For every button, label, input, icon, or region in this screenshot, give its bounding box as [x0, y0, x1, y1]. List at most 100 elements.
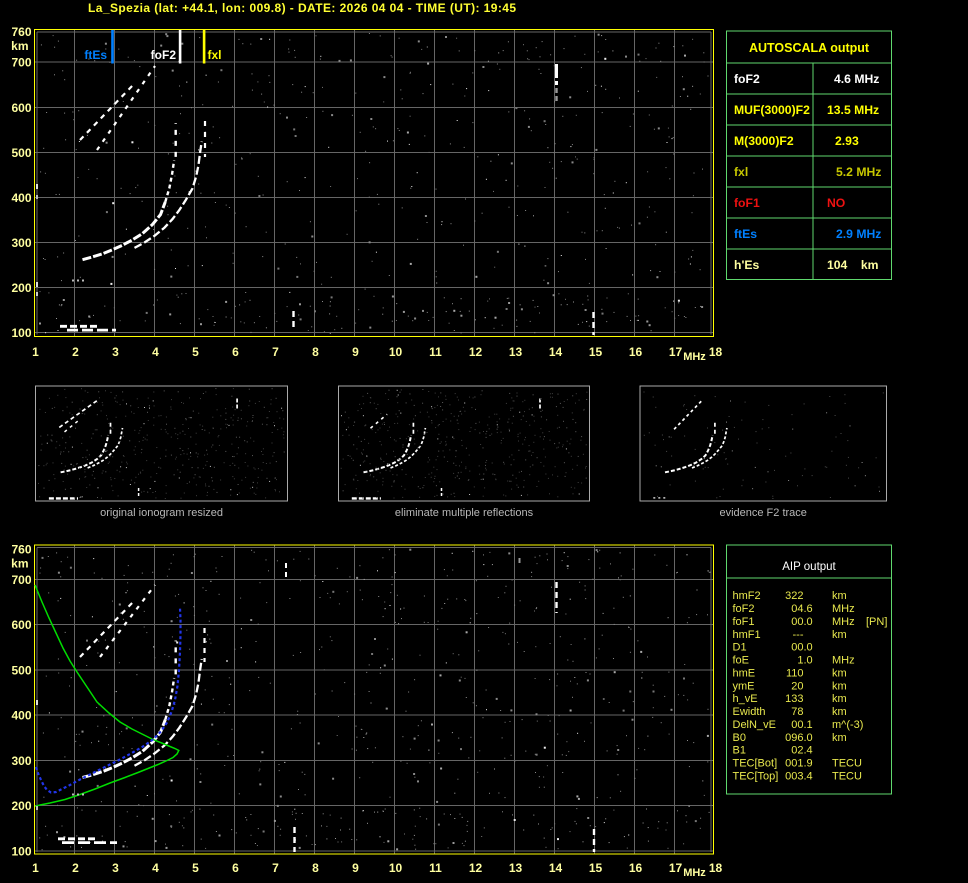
- svg-text:11: 11: [429, 345, 442, 359]
- svg-text:14: 14: [549, 345, 563, 359]
- svg-text:10: 10: [389, 345, 403, 359]
- svg-text:.0: .0: [804, 655, 813, 667]
- svg-text:5.2 MHz: 5.2 MHz: [836, 165, 881, 179]
- svg-text:17: 17: [669, 345, 683, 359]
- svg-text:500: 500: [11, 146, 31, 160]
- svg-text:hmE: hmE: [733, 667, 756, 679]
- svg-text:B1: B1: [733, 745, 746, 757]
- svg-text:B0: B0: [733, 732, 746, 744]
- svg-text:6: 6: [232, 861, 239, 875]
- svg-text:15: 15: [589, 345, 603, 359]
- svg-text:20: 20: [791, 680, 803, 692]
- svg-text:Ewidth: Ewidth: [733, 706, 766, 718]
- svg-text:.6: .6: [804, 603, 813, 615]
- svg-text:km: km: [832, 732, 847, 744]
- svg-text:.0: .0: [804, 616, 813, 628]
- svg-text:18: 18: [709, 861, 723, 875]
- svg-text:400: 400: [11, 709, 31, 723]
- svg-text:9: 9: [352, 861, 359, 875]
- svg-text:10: 10: [389, 861, 403, 875]
- svg-text:foF1: foF1: [733, 616, 755, 628]
- svg-text:MHz: MHz: [832, 603, 855, 615]
- svg-text:096: 096: [785, 732, 803, 744]
- svg-text:fxl: fxl: [208, 48, 222, 62]
- svg-text:km: km: [832, 667, 847, 679]
- svg-text:.4: .4: [804, 770, 813, 782]
- svg-text:foF2: foF2: [151, 48, 177, 62]
- svg-text:MHz: MHz: [832, 616, 855, 628]
- svg-text:3: 3: [112, 345, 119, 359]
- svg-text:200: 200: [11, 799, 31, 813]
- svg-text:322: 322: [785, 590, 803, 602]
- svg-text:km: km: [832, 590, 847, 602]
- svg-text:5: 5: [192, 861, 199, 875]
- svg-text:11: 11: [429, 861, 442, 875]
- svg-text:fxl: fxl: [734, 165, 748, 179]
- svg-text:foF2: foF2: [734, 72, 760, 86]
- svg-text:TECU: TECU: [832, 758, 862, 770]
- svg-text:---: ---: [793, 629, 804, 641]
- svg-text:760: 760: [11, 543, 31, 557]
- svg-text:2.9 MHz: 2.9 MHz: [836, 227, 881, 241]
- svg-text:h_vE: h_vE: [733, 693, 758, 705]
- svg-text:[PN]: [PN]: [866, 616, 887, 628]
- svg-text:7: 7: [272, 345, 279, 359]
- svg-text:760: 760: [11, 25, 31, 39]
- svg-text:1: 1: [32, 345, 39, 359]
- svg-text:2.93: 2.93: [835, 134, 859, 148]
- svg-text:2: 2: [72, 861, 79, 875]
- svg-text:AIP output: AIP output: [782, 561, 836, 573]
- svg-text:12: 12: [469, 861, 483, 875]
- svg-text:D1: D1: [733, 642, 747, 654]
- svg-text:100: 100: [11, 326, 31, 340]
- svg-text:16: 16: [629, 345, 643, 359]
- svg-text:m^(-3): m^(-3): [832, 719, 863, 731]
- svg-text:MHz: MHz: [683, 867, 706, 879]
- svg-text:NO: NO: [827, 196, 845, 210]
- svg-text:78: 78: [791, 706, 803, 718]
- svg-text:600: 600: [11, 618, 31, 632]
- svg-text:700: 700: [11, 56, 31, 70]
- svg-text:h'Es: h'Es: [734, 258, 759, 272]
- svg-text:MHz: MHz: [832, 655, 855, 667]
- svg-text:4: 4: [152, 861, 159, 875]
- svg-text:ftEs: ftEs: [84, 48, 107, 62]
- svg-text:4: 4: [152, 345, 159, 359]
- svg-text:001: 001: [785, 758, 803, 770]
- svg-text:TECU: TECU: [832, 770, 862, 782]
- svg-text:eliminate multiple reflections: eliminate multiple reflections: [395, 507, 534, 519]
- svg-text:.0: .0: [804, 732, 813, 744]
- svg-text:ymE: ymE: [733, 680, 755, 692]
- svg-text:02: 02: [791, 745, 803, 757]
- svg-text:14: 14: [549, 861, 563, 875]
- svg-text:600: 600: [11, 101, 31, 115]
- svg-text:300: 300: [11, 754, 31, 768]
- svg-text:km: km: [832, 693, 847, 705]
- svg-text:2: 2: [72, 345, 79, 359]
- svg-text:foE: foE: [733, 655, 750, 667]
- svg-text:TEC[Bot]: TEC[Bot]: [733, 758, 778, 770]
- svg-text:003: 003: [785, 770, 803, 782]
- svg-text:00: 00: [791, 642, 803, 654]
- svg-text:.4: .4: [804, 745, 813, 757]
- svg-text:104 km: 104 km: [827, 258, 879, 272]
- svg-text:hmF2: hmF2: [733, 590, 761, 602]
- svg-text:.0: .0: [804, 642, 813, 654]
- svg-text:110: 110: [786, 667, 804, 679]
- svg-text:M(3000)F2: M(3000)F2: [734, 134, 794, 148]
- svg-text:16: 16: [629, 861, 643, 875]
- svg-text:hmF1: hmF1: [733, 629, 761, 641]
- svg-text:500: 500: [11, 663, 31, 677]
- svg-text:300: 300: [11, 236, 31, 250]
- svg-text:133: 133: [785, 693, 803, 705]
- svg-text:7: 7: [272, 861, 279, 875]
- svg-text:00: 00: [791, 719, 803, 731]
- svg-text:17: 17: [669, 861, 683, 875]
- svg-text:5: 5: [192, 345, 199, 359]
- svg-text:4.6 MHz: 4.6 MHz: [834, 72, 879, 86]
- svg-text:13.5 MHz: 13.5 MHz: [827, 103, 879, 117]
- svg-text:km: km: [832, 680, 847, 692]
- svg-text:100: 100: [11, 844, 31, 858]
- svg-text:1: 1: [32, 861, 39, 875]
- svg-text:MHz: MHz: [683, 351, 706, 363]
